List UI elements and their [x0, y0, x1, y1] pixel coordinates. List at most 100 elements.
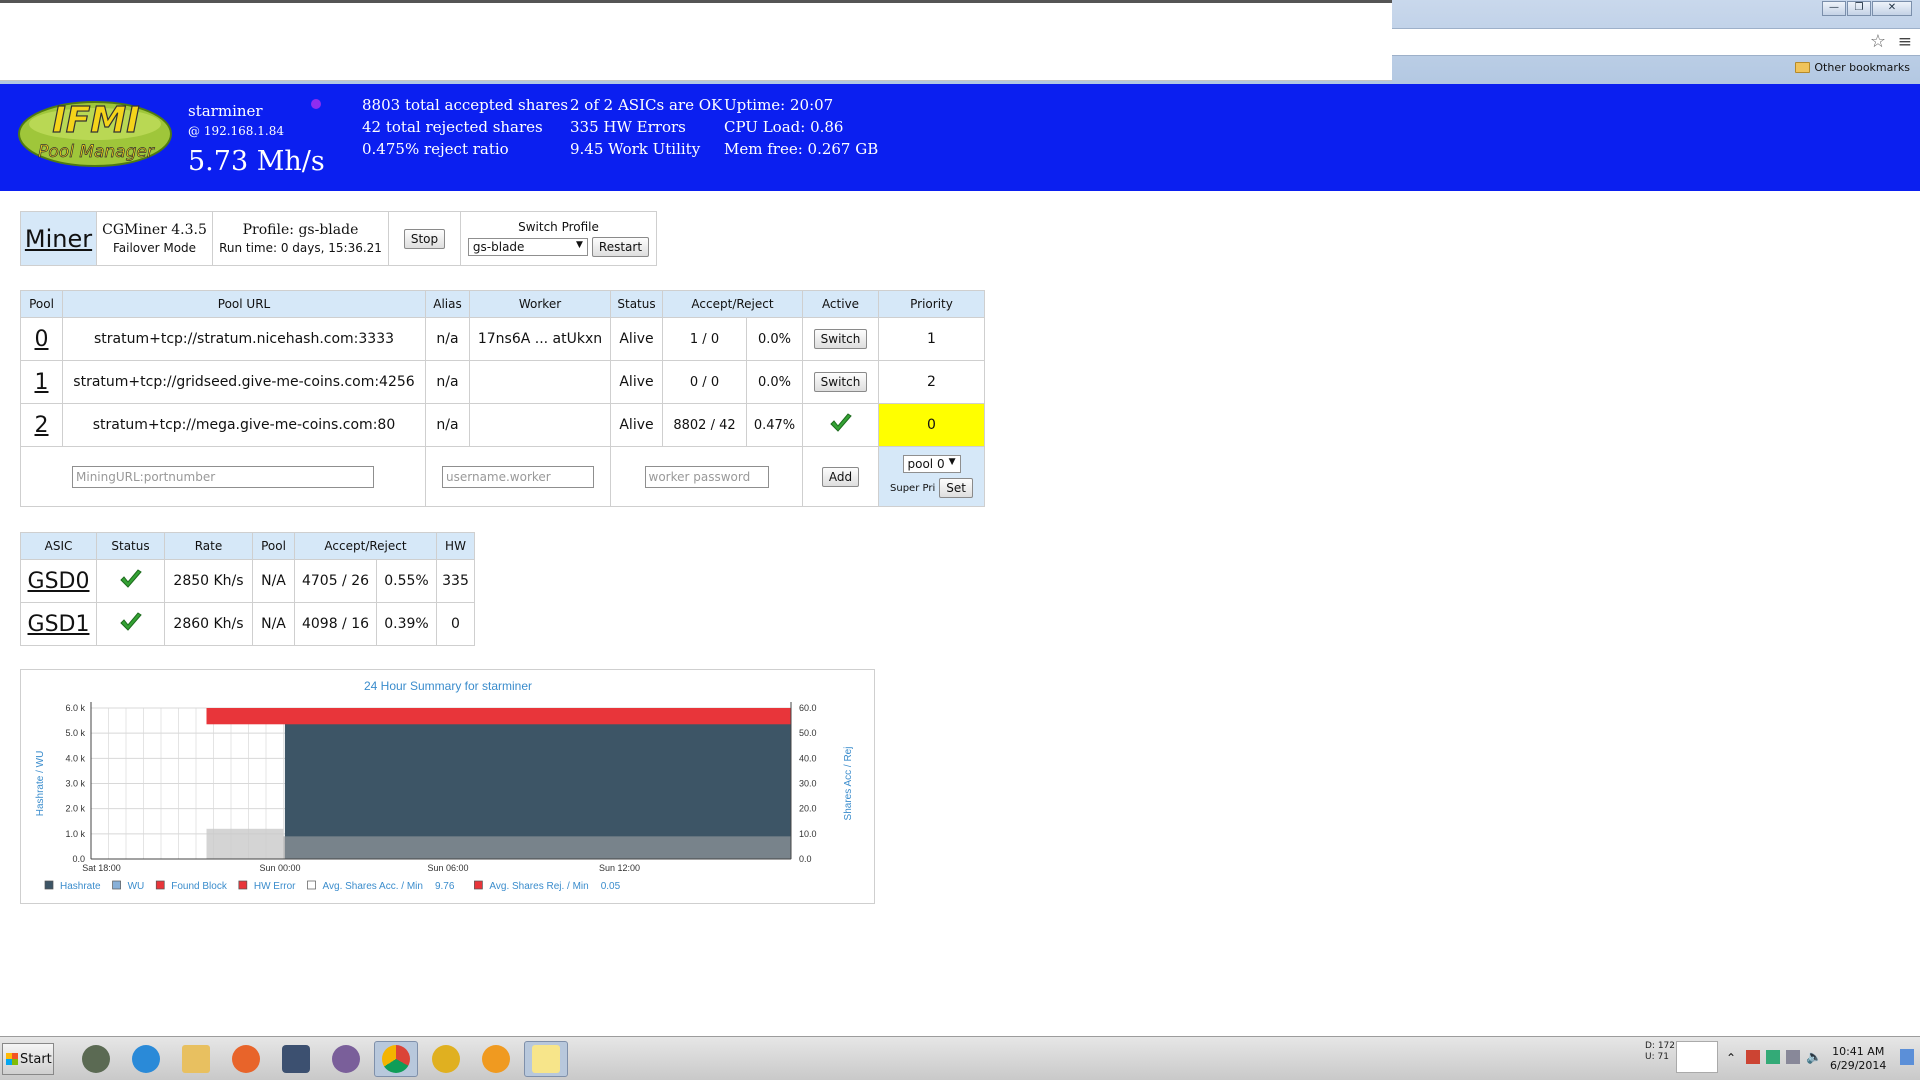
pool-url: stratum+tcp://mega.give-me-coins.com:80: [62, 403, 426, 447]
pool-select[interactable]: pool 0 ▼: [902, 455, 961, 473]
chart-title: 24 Hour Summary for starminer: [364, 679, 532, 693]
y-tick-label: 5.0 k: [65, 728, 85, 738]
chevron-down-icon: ▼: [948, 457, 956, 467]
y-tick-label: 3.0 k: [65, 779, 85, 789]
network-stats: D: 172 U: 71: [1645, 1041, 1675, 1063]
taskbar-app-1[interactable]: [74, 1041, 118, 1077]
start-button[interactable]: Start: [2, 1043, 54, 1075]
pool-url: stratum+tcp://stratum.nicehash.com:3333: [62, 317, 426, 361]
tray-network-icon[interactable]: [1786, 1050, 1800, 1064]
tab-strip-edge: [0, 0, 1392, 3]
pool-accept-reject: 1 / 0: [662, 317, 747, 361]
taskbar-app-orange[interactable]: [474, 1041, 518, 1077]
y-tick-label: 2.0 k: [65, 804, 85, 814]
taskbar-ie[interactable]: [124, 1041, 168, 1077]
col-header-status: Status: [96, 532, 165, 560]
new-pool-url-input[interactable]: [72, 465, 374, 488]
summary-chart-svg: 0.0 0.01.0 k 10.02.0 k 20.03.0 k 30.04.0 k 40…: [35, 679, 854, 892]
asic-id-link[interactable]: GSD1: [28, 612, 90, 637]
tray-expand-icon[interactable]: ⌃: [1726, 1051, 1736, 1065]
taskbar-tor[interactable]: [324, 1041, 368, 1077]
browser-menu-icon[interactable]: ≡: [1898, 33, 1912, 51]
taskbar-notes[interactable]: [524, 1041, 568, 1077]
col-header-pool: Pool: [252, 532, 295, 560]
minimize-button[interactable]: —: [1822, 1, 1846, 16]
new-password-input[interactable]: [644, 465, 769, 488]
pool-ratio: 0.47%: [746, 403, 803, 447]
pool-alias: n/a: [425, 317, 470, 361]
other-bookmarks-folder[interactable]: Other bookmarks: [1795, 61, 1910, 74]
add-pool-button[interactable]: Add: [821, 466, 860, 487]
tray-antivirus-icon[interactable]: [1746, 1050, 1760, 1064]
asic-table: ASIC Status Rate Pool Accept/Reject HW G…: [20, 532, 475, 646]
asic-id-link[interactable]: GSD0: [28, 569, 90, 594]
maximize-button[interactable]: ❐: [1847, 1, 1871, 16]
profile-select-value: gs-blade: [472, 240, 525, 254]
asic-status-cell: [96, 602, 165, 646]
status-dot-icon: [311, 99, 321, 109]
asic-hw: 335: [436, 559, 475, 603]
profile-select[interactable]: gs-blade ▼: [467, 238, 588, 256]
taskbar-chrome[interactable]: [374, 1041, 418, 1077]
new-worker-input[interactable]: [442, 465, 594, 488]
pool-ratio: 0.0%: [746, 360, 803, 404]
address-bar[interactable]: ☆ ≡: [1392, 28, 1920, 56]
col-header-alias: Alias: [425, 290, 470, 318]
asic-status-cell: [96, 559, 165, 603]
switch-button[interactable]: Switch: [813, 329, 868, 349]
browser-chrome: — ❐ ✕ ☆ ≡ Other bookmarks: [0, 0, 1920, 84]
col-header-url: Pool URL: [62, 290, 426, 318]
x-tick-label: Sun 00:00: [259, 863, 300, 873]
taskbar-firefox[interactable]: [224, 1041, 268, 1077]
chevron-down-icon: ▼: [576, 240, 583, 250]
pool-ratio: 0.0%: [746, 317, 803, 361]
asic-ratio: 0.39%: [376, 602, 437, 646]
chrome-icon: [382, 1045, 410, 1073]
col-header-worker: Worker: [469, 290, 611, 318]
shield-icon: [282, 1045, 310, 1073]
pool-id-link[interactable]: 0: [35, 327, 49, 352]
pool-id-cell: 0: [20, 317, 63, 361]
legend-swatch: [307, 880, 316, 890]
stat-hw-errors: 335 HW Errors: [570, 118, 686, 136]
miner-title-link[interactable]: Miner: [25, 225, 92, 253]
y2-tick-label: 40.0: [799, 753, 817, 763]
bookmark-star-icon[interactable]: ☆: [1870, 33, 1886, 51]
asic-ok-check-icon: [119, 612, 142, 631]
y2-tick-label: 10.0: [799, 829, 817, 839]
pool-priority: 0: [878, 403, 985, 447]
onion-icon: [332, 1045, 360, 1073]
taskbar-app-yellow[interactable]: [424, 1041, 468, 1077]
folder-icon: [182, 1045, 210, 1073]
set-priority-button[interactable]: Set: [939, 478, 973, 498]
app-icon: [82, 1045, 110, 1073]
miner-mode: Failover Mode: [112, 241, 197, 255]
pool-id-link[interactable]: 2: [35, 413, 49, 438]
taskbar-app-shield[interactable]: [274, 1041, 318, 1077]
asic-ratio: 0.55%: [376, 559, 437, 603]
add-cell: Add: [802, 446, 879, 507]
miner-name: starminer: [188, 102, 263, 120]
close-button[interactable]: ✕: [1872, 1, 1912, 16]
pool-active-cell: Switch: [802, 317, 879, 361]
tray-chart-icon[interactable]: [1766, 1050, 1780, 1064]
ifmi-logo: IFMI Pool Manager: [18, 99, 172, 167]
switch-button[interactable]: Switch: [813, 372, 868, 392]
show-desktop-icon[interactable]: [1900, 1049, 1914, 1065]
legend-label: HW Error: [254, 881, 296, 892]
asic-accept-reject: 4705 / 26: [294, 559, 377, 603]
miner-stop-cell: Stop: [388, 211, 461, 266]
taskbar-explorer[interactable]: [174, 1041, 218, 1077]
pool-id-link[interactable]: 1: [35, 370, 49, 395]
legend-swatch: [155, 880, 165, 890]
clock[interactable]: 10:41 AM 6/29/2014: [1830, 1045, 1886, 1073]
pool-worker: [469, 360, 611, 404]
col-header-accept-reject: Accept/Reject: [294, 532, 437, 560]
miner-profile-cell: Profile: gs-blade Run time: 0 days, 15:3…: [212, 211, 389, 266]
stop-button[interactable]: Stop: [403, 228, 446, 249]
pool-priority: 2: [878, 360, 985, 404]
restart-button[interactable]: Restart: [591, 237, 650, 257]
legend-value: 9.76: [435, 881, 455, 892]
stat-work-utility: 9.45 Work Utility: [570, 140, 701, 158]
volume-icon[interactable]: 🔈: [1806, 1050, 1822, 1065]
